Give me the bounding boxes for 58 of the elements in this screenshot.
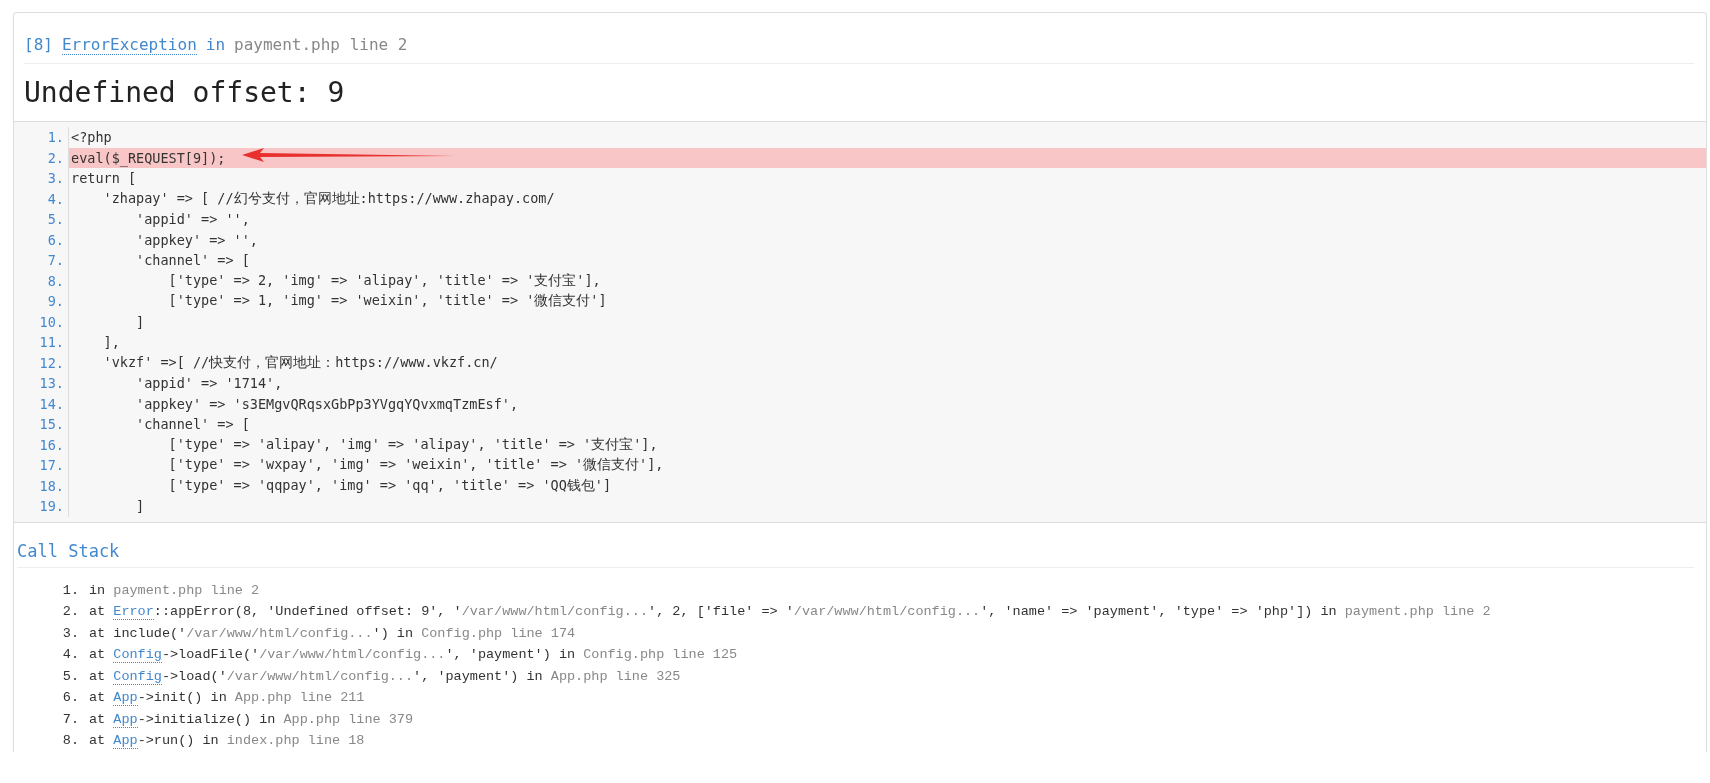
code-line: 'appid' => '1714', bbox=[135, 374, 284, 394]
line-number: 6. bbox=[14, 229, 69, 250]
line-number: 8. bbox=[14, 270, 69, 291]
stack-frame: in payment.php line 2 bbox=[89, 582, 260, 598]
list-number: 3. bbox=[61, 625, 79, 641]
line-number: 12. bbox=[14, 352, 69, 373]
header-text: in bbox=[205, 35, 226, 54]
line-number: 5. bbox=[14, 209, 69, 230]
code-line: 'channel' => [ bbox=[135, 251, 251, 271]
line-number: 15. bbox=[14, 414, 69, 435]
list-number: 4. bbox=[61, 647, 79, 663]
code-line: 'appkey' => '', bbox=[135, 230, 259, 250]
stack-frame: at include('/var/www/html/config...') in Config.php line 174 bbox=[89, 625, 576, 641]
code-line: return [ bbox=[70, 169, 138, 189]
line-number: 16. bbox=[14, 434, 69, 455]
line-number: 18. bbox=[14, 475, 69, 496]
code-line: ['type' => 'qqpay', 'img' => 'qq', 'title' => 'QQ钱包'] bbox=[167, 475, 613, 495]
line-number: 7. bbox=[14, 250, 69, 271]
line-number: 3. bbox=[14, 168, 69, 189]
list-number: 1. bbox=[61, 582, 79, 598]
code-line: ['type' => 2, 'img' => 'alipay', 'title' => '支付宝'], bbox=[167, 270, 602, 290]
stack-frame: at App->init() in App.php line 211 bbox=[89, 690, 365, 706]
code-line: ], bbox=[102, 333, 121, 353]
line-number: 19. bbox=[14, 496, 69, 517]
error-message: Undefined offset: 9 bbox=[24, 75, 346, 111]
line-number: 13. bbox=[14, 373, 69, 394]
stack-frame: at App->initialize() in App.php line 379 bbox=[89, 711, 414, 727]
code-line: <?php bbox=[70, 128, 113, 148]
list-number: 7. bbox=[61, 711, 79, 727]
stack-frame: at Config->load('/var/www/html/config...', 'payment') in App.php line 325 bbox=[89, 668, 681, 684]
code-line: ['type' => 'alipay', 'img' => 'alipay', 'title' => '支付宝'], bbox=[167, 434, 659, 454]
code-line: 'channel' => [ bbox=[135, 415, 251, 435]
list-number: 5. bbox=[61, 668, 79, 684]
exception-class: ErrorException bbox=[61, 35, 197, 55]
code-line: 'vkzf' =>[ //快支付，官网地址：https://www.vkzf.cn/ bbox=[102, 352, 499, 372]
code-line: ] bbox=[135, 497, 146, 517]
code-line: ['type' => 1, 'img' => 'weixin', 'title' => '微信支付'] bbox=[167, 291, 608, 311]
list-number: 2. bbox=[61, 604, 79, 620]
line-number: 10. bbox=[14, 311, 69, 332]
stack-frame: at Error::appError(8, 'Undefined offset: 9', '/var/www/html/config...', 2, ['file' => '/var/www/html/config...', 'name' => 'payment', 'type' => 'php']) in payment.php line 2 bbox=[89, 604, 1491, 620]
code-line: ['type' => 'wxpay', 'img' => 'weixin', 'title' => '微信支付'], bbox=[167, 455, 665, 475]
list-number: 8. bbox=[61, 733, 79, 749]
line-number: 17. bbox=[14, 455, 69, 476]
code-line: 'zhapay' => [ //幻兮支付，官网地址:https://www.zhapay.com/ bbox=[102, 188, 556, 208]
line-number: 1. bbox=[14, 127, 69, 148]
file-location: payment.php line 2 bbox=[234, 35, 408, 54]
stack-frame: at Config->loadFile('/var/www/html/config...', 'payment') in Config.php line 125 bbox=[89, 647, 738, 663]
list-number: 6. bbox=[61, 690, 79, 706]
section-title: Call Stack bbox=[17, 534, 1694, 568]
line-number: 4. bbox=[14, 188, 69, 209]
stack-frame: at App->run() in index.php line 18 bbox=[89, 733, 365, 749]
line-number: 11. bbox=[14, 332, 69, 353]
code-line: ] bbox=[135, 312, 146, 332]
code-line: 'appkey' => 's3EMgvQRqsxGbPp3YVgqYQvxmqTzmEsf', bbox=[135, 394, 520, 414]
header-text: [8] bbox=[24, 35, 53, 54]
code-line: 'appid' => '', bbox=[135, 210, 251, 230]
line-number: 14. bbox=[14, 393, 69, 414]
line-number: 9. bbox=[14, 291, 69, 312]
